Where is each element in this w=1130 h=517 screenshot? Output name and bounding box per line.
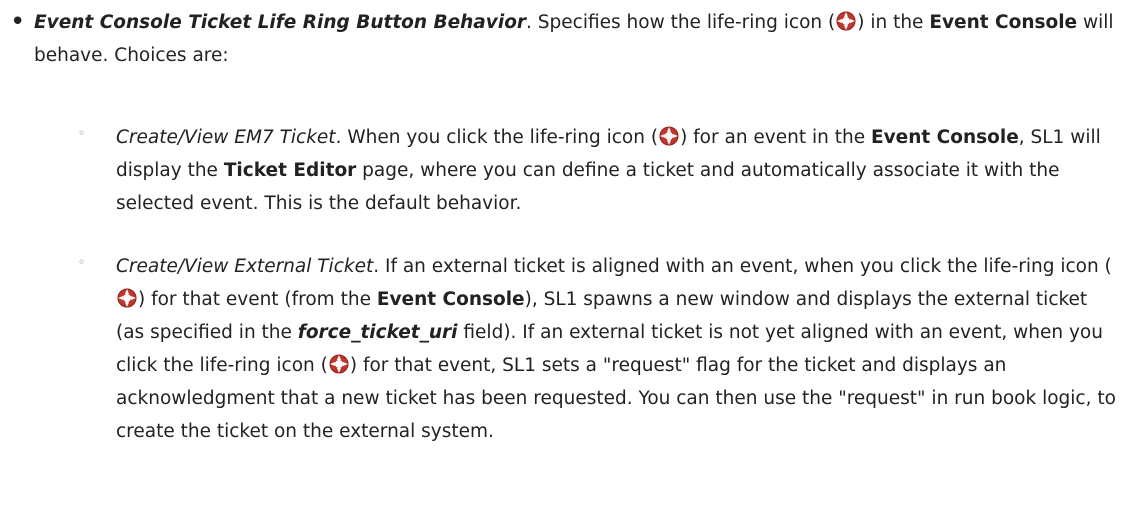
document-body: • Event Console Ticket Life Ring Button … bbox=[0, 0, 1130, 517]
event-console-label: Event Console bbox=[870, 127, 1019, 148]
setting-name: Event Console Ticket Life Ring Button Be… bbox=[34, 12, 527, 33]
paragraph: Create/View External Ticket. If an exter… bbox=[116, 250, 1118, 448]
option-name: Create/View EM7 Ticket bbox=[116, 127, 336, 148]
event-console-label: Event Console bbox=[929, 12, 1078, 33]
paragraph: Create/View EM7 Ticket. When you click t… bbox=[116, 121, 1118, 220]
life-ring-icon bbox=[329, 354, 349, 374]
list-item-option-em7: ◦ Create/View EM7 Ticket. When you click… bbox=[78, 121, 1118, 220]
ticket-editor-label: Ticket Editor bbox=[223, 160, 357, 181]
sub-bullet: ◦ bbox=[78, 255, 86, 269]
list-item-life-ring-behavior: • Event Console Ticket Life Ring Button … bbox=[10, 6, 1120, 72]
life-ring-icon bbox=[836, 11, 856, 31]
life-ring-icon bbox=[659, 126, 679, 146]
option-name: Create/View External Ticket bbox=[116, 256, 374, 277]
text-run: ) for that event (from the bbox=[138, 289, 377, 310]
paragraph: Event Console Ticket Life Ring Button Be… bbox=[34, 6, 1120, 72]
list-item-option-external: ◦ Create/View External Ticket. If an ext… bbox=[78, 250, 1118, 448]
text-run: ) in the bbox=[857, 12, 930, 33]
text-run: . If an external ticket is aligned with … bbox=[373, 256, 1112, 277]
bullet: • bbox=[10, 7, 26, 37]
sub-bullet: ◦ bbox=[78, 126, 86, 140]
field-name: force_ticket_uri bbox=[297, 322, 458, 343]
text-run: . When you click the life-ring icon ( bbox=[335, 127, 659, 148]
text-run: . Specifies how the life-ring icon ( bbox=[526, 12, 836, 33]
text-run: ) for an event in the bbox=[680, 127, 871, 148]
event-console-label: Event Console bbox=[376, 289, 525, 310]
life-ring-icon bbox=[117, 288, 137, 308]
